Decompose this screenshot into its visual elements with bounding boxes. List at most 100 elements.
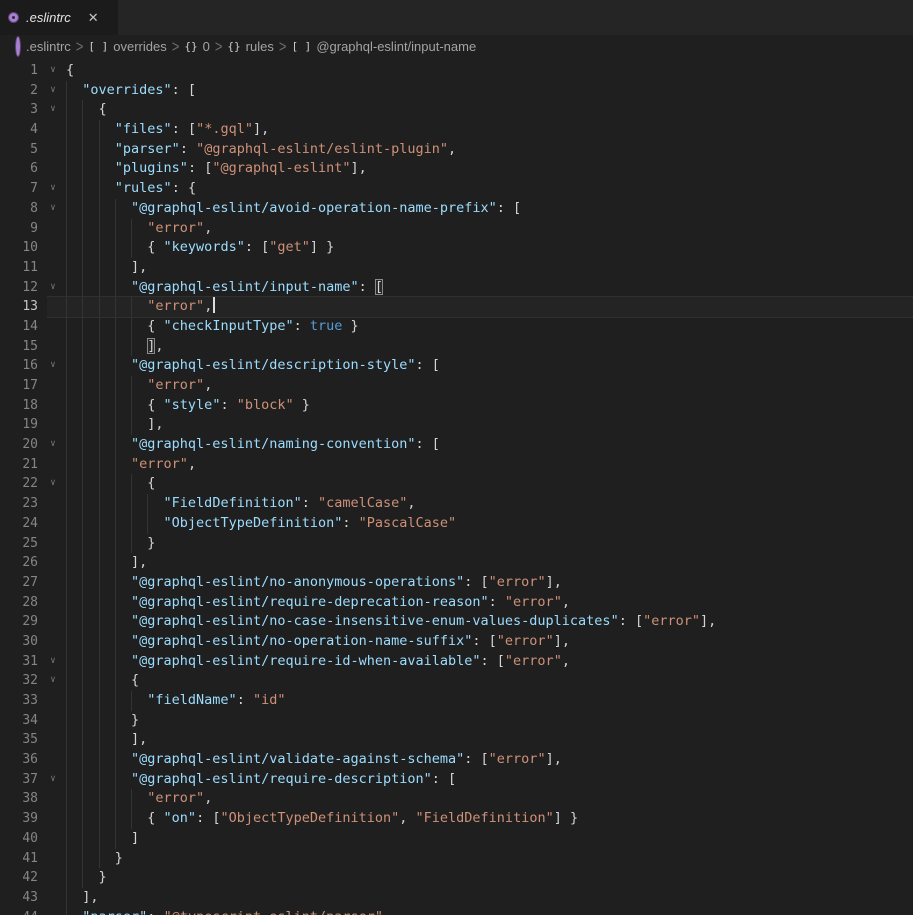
line-number[interactable]: 11	[0, 258, 38, 278]
code-line-25[interactable]: 25 }	[0, 534, 913, 554]
code-line-1[interactable]: 1∨{	[0, 61, 913, 81]
line-number[interactable]: 28	[0, 593, 38, 613]
breadcrumb-item[interactable]: @graphql-eslint/input-name	[316, 39, 476, 54]
line-number[interactable]: 43	[0, 888, 38, 908]
line-number[interactable]: 31	[0, 652, 38, 672]
line-number[interactable]: 3	[0, 100, 38, 120]
code-line-21[interactable]: 21 "error",	[0, 455, 913, 475]
line-number[interactable]: 38	[0, 789, 38, 809]
code-line-41[interactable]: 41 }	[0, 849, 913, 869]
code-line-16[interactable]: 16∨ "@graphql-eslint/description-style":…	[0, 356, 913, 376]
fold-chevron-icon[interactable]: ∨	[45, 435, 61, 455]
line-number[interactable]: 40	[0, 829, 38, 849]
code-line-23[interactable]: 23 "FieldDefinition": "camelCase",	[0, 494, 913, 514]
code-line-3[interactable]: 3∨ {	[0, 100, 913, 120]
code-line-22[interactable]: 22∨ {	[0, 474, 913, 494]
line-number[interactable]: 32	[0, 671, 38, 691]
line-number[interactable]: 8	[0, 199, 38, 219]
code-line-26[interactable]: 26 ],	[0, 553, 913, 573]
code-line-44[interactable]: 44 "parser": "@typescript-eslint/parser"…	[0, 908, 913, 915]
line-number[interactable]: 36	[0, 750, 38, 770]
line-number[interactable]: 41	[0, 849, 38, 869]
fold-chevron-icon[interactable]: ∨	[45, 81, 61, 101]
line-number[interactable]: 12	[0, 278, 38, 298]
code-line-18[interactable]: 18 { "style": "block" }	[0, 396, 913, 416]
line-number[interactable]: 21	[0, 455, 38, 475]
line-number[interactable]: 34	[0, 711, 38, 731]
line-number[interactable]: 7	[0, 179, 38, 199]
code-line-31[interactable]: 31∨ "@graphql-eslint/require-id-when-ava…	[0, 652, 913, 672]
code-line-13[interactable]: 13 "error",	[0, 297, 913, 317]
line-number[interactable]: 44	[0, 908, 38, 915]
fold-chevron-icon[interactable]: ∨	[45, 474, 61, 494]
line-number[interactable]: 2	[0, 81, 38, 101]
line-number[interactable]: 42	[0, 868, 38, 888]
line-number[interactable]: 27	[0, 573, 38, 593]
line-number[interactable]: 25	[0, 534, 38, 554]
code-line-29[interactable]: 29 "@graphql-eslint/no-case-insensitive-…	[0, 612, 913, 632]
code-line-32[interactable]: 32∨ {	[0, 671, 913, 691]
line-number[interactable]: 33	[0, 691, 38, 711]
line-number[interactable]: 13	[0, 297, 38, 317]
line-number[interactable]: 23	[0, 494, 38, 514]
line-number[interactable]: 9	[0, 219, 38, 239]
code-line-28[interactable]: 28 "@graphql-eslint/require-deprecation-…	[0, 593, 913, 613]
code-line-19[interactable]: 19 ],	[0, 415, 913, 435]
fold-chevron-icon[interactable]: ∨	[45, 652, 61, 672]
fold-chevron-icon[interactable]: ∨	[45, 770, 61, 790]
line-number[interactable]: 29	[0, 612, 38, 632]
code-line-8[interactable]: 8∨ "@graphql-eslint/avoid-operation-name…	[0, 199, 913, 219]
code-line-2[interactable]: 2∨ "overrides": [	[0, 81, 913, 101]
code-line-35[interactable]: 35 ],	[0, 730, 913, 750]
line-number[interactable]: 14	[0, 317, 38, 337]
code-line-43[interactable]: 43 ],	[0, 888, 913, 908]
code-line-12[interactable]: 12∨ "@graphql-eslint/input-name": [	[0, 278, 913, 298]
breadcrumb-item[interactable]: rules	[246, 39, 274, 54]
code-editor[interactable]: 1∨{2∨ "overrides": [3∨ {4 "files": ["*.g…	[0, 57, 913, 915]
fold-chevron-icon[interactable]: ∨	[45, 356, 61, 376]
line-number[interactable]: 6	[0, 159, 38, 179]
code-line-5[interactable]: 5 "parser": "@graphql-eslint/eslint-plug…	[0, 140, 913, 160]
code-line-36[interactable]: 36 "@graphql-eslint/validate-against-sch…	[0, 750, 913, 770]
close-icon[interactable]: ✕	[85, 9, 102, 27]
code-line-7[interactable]: 7∨ "rules": {	[0, 179, 913, 199]
line-number[interactable]: 17	[0, 376, 38, 396]
line-number[interactable]: 18	[0, 396, 38, 416]
breadcrumb-item[interactable]: 0	[203, 39, 210, 54]
code-line-24[interactable]: 24 "ObjectTypeDefinition": "PascalCase"	[0, 514, 913, 534]
line-number[interactable]: 35	[0, 730, 38, 750]
code-line-6[interactable]: 6 "plugins": ["@graphql-eslint"],	[0, 159, 913, 179]
line-number[interactable]: 16	[0, 356, 38, 376]
code-line-10[interactable]: 10 { "keywords": ["get"] }	[0, 238, 913, 258]
line-number[interactable]: 1	[0, 61, 38, 81]
line-number[interactable]: 15	[0, 337, 38, 357]
line-number[interactable]: 5	[0, 140, 38, 160]
code-line-20[interactable]: 20∨ "@graphql-eslint/naming-convention":…	[0, 435, 913, 455]
line-number[interactable]: 26	[0, 553, 38, 573]
code-line-17[interactable]: 17 "error",	[0, 376, 913, 396]
line-number[interactable]: 19	[0, 415, 38, 435]
fold-chevron-icon[interactable]: ∨	[45, 278, 61, 298]
breadcrumb-item[interactable]: .eslintrc	[26, 39, 71, 54]
code-line-27[interactable]: 27 "@graphql-eslint/no-anonymous-operati…	[0, 573, 913, 593]
tab-eslintrc[interactable]: .eslintrc ✕	[0, 0, 118, 35]
code-line-9[interactable]: 9 "error",	[0, 219, 913, 239]
breadcrumb-item[interactable]: overrides	[113, 39, 166, 54]
fold-chevron-icon[interactable]: ∨	[45, 61, 61, 81]
line-number[interactable]: 10	[0, 238, 38, 258]
code-line-37[interactable]: 37∨ "@graphql-eslint/require-description…	[0, 770, 913, 790]
line-number[interactable]: 4	[0, 120, 38, 140]
code-line-4[interactable]: 4 "files": ["*.gql"],	[0, 120, 913, 140]
code-line-39[interactable]: 39 { "on": ["ObjectTypeDefinition", "Fie…	[0, 809, 913, 829]
code-line-15[interactable]: 15 ],	[0, 337, 913, 357]
fold-chevron-icon[interactable]: ∨	[45, 671, 61, 691]
line-number[interactable]: 39	[0, 809, 38, 829]
fold-chevron-icon[interactable]: ∨	[45, 179, 61, 199]
code-line-33[interactable]: 33 "fieldName": "id"	[0, 691, 913, 711]
line-number[interactable]: 37	[0, 770, 38, 790]
code-line-30[interactable]: 30 "@graphql-eslint/no-operation-name-su…	[0, 632, 913, 652]
line-number[interactable]: 24	[0, 514, 38, 534]
fold-chevron-icon[interactable]: ∨	[45, 199, 61, 219]
line-number[interactable]: 20	[0, 435, 38, 455]
line-number[interactable]: 22	[0, 474, 38, 494]
